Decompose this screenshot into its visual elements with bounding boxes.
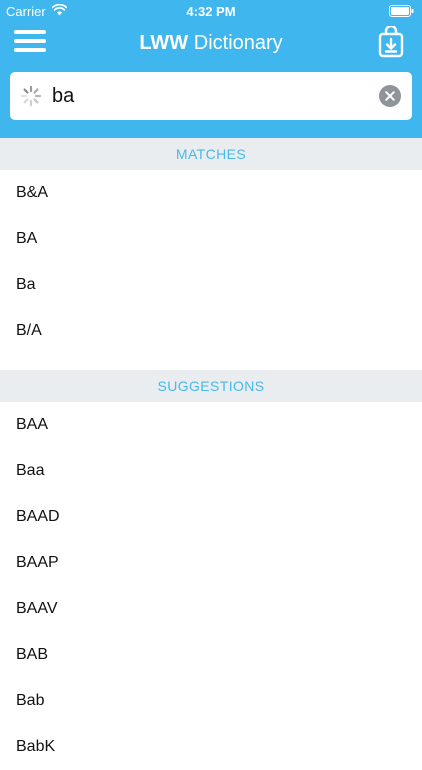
- title-brand: LWW: [139, 32, 189, 54]
- suggestion-item[interactable]: BAA: [0, 402, 422, 448]
- suggestion-item[interactable]: BAAD: [0, 494, 422, 540]
- match-item[interactable]: B/A: [0, 308, 422, 354]
- match-item[interactable]: B&A: [0, 170, 422, 216]
- header-bar: Carrier 4:32 PM LWW Dictionary: [0, 0, 422, 138]
- search-input[interactable]: [52, 72, 368, 120]
- suggestion-item[interactable]: BAAV: [0, 586, 422, 632]
- match-item[interactable]: Ba: [0, 262, 422, 308]
- suggestion-item[interactable]: Baa: [0, 448, 422, 494]
- suggestion-item[interactable]: BAAP: [0, 540, 422, 586]
- page-title: LWW Dictionary: [0, 32, 422, 55]
- battery-icon: [389, 5, 414, 17]
- loading-spinner-icon: [20, 85, 42, 107]
- status-bar: Carrier 4:32 PM: [0, 0, 422, 22]
- matches-header: MATCHES: [0, 138, 422, 170]
- clear-search-icon[interactable]: [379, 85, 401, 107]
- title-rest: Dictionary: [188, 32, 283, 54]
- suggestions-header: SUGGESTIONS: [0, 370, 422, 402]
- matches-list: B&A BA Ba B/A: [0, 170, 422, 354]
- search-box: [10, 72, 412, 120]
- suggestion-item[interactable]: Bab: [0, 678, 422, 724]
- suggestion-item[interactable]: BabK: [0, 724, 422, 770]
- status-time: 4:32 PM: [186, 4, 236, 19]
- download-bag-icon[interactable]: [378, 26, 404, 58]
- suggestions-list: BAA Baa BAAD BAAP BAAV BAB Bab BabK: [0, 402, 422, 770]
- match-item[interactable]: BA: [0, 216, 422, 262]
- suggestion-item[interactable]: BAB: [0, 632, 422, 678]
